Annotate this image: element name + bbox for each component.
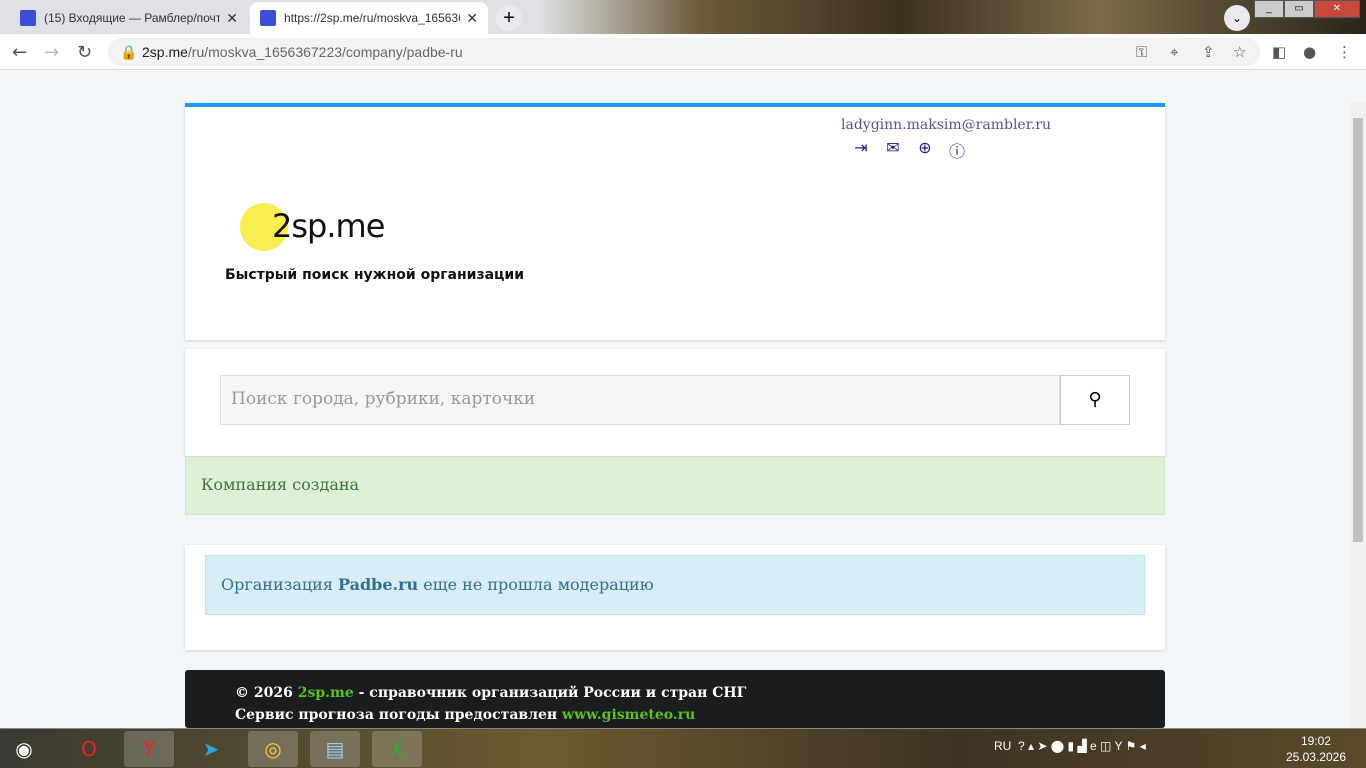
envelope-icon[interactable]: ✉ [883, 138, 903, 158]
location-icon[interactable]: ⌖ [1170, 43, 1178, 61]
minimize-button[interactable]: _ [1254, 0, 1284, 18]
close-window-button[interactable]: ✕ [1314, 0, 1360, 18]
page-content: ladyginn.maksim@rambler.ru ⇥ ✉ ⊕ ⓘ 2sp.m… [0, 70, 1350, 728]
language-indicator[interactable]: RU [994, 739, 1011, 753]
tagline: Быстрый поиск нужной организации [225, 267, 525, 283]
reload-icon[interactable]: ↻ [77, 42, 92, 63]
side-panel-icon[interactable]: ◧ [1272, 43, 1286, 61]
key-icon[interactable]: ⚿ [1136, 43, 1147, 61]
page-scrollbar[interactable] [1350, 102, 1366, 728]
search-input[interactable]: Поиск города, рубрики, карточки [220, 375, 1060, 425]
mail-icon [20, 10, 36, 26]
site-header: ladyginn.maksim@rambler.ru ⇥ ✉ ⊕ ⓘ 2sp.m… [185, 103, 1165, 340]
close-tab-icon[interactable]: ✕ [466, 10, 478, 27]
bookmark-star-icon[interactable]: ☆ [1233, 43, 1246, 61]
clock[interactable]: 19:02 25.03.2026 [1286, 733, 1346, 765]
search-icon: ⚲ [1088, 389, 1102, 410]
search-card: Поиск города, рубрики, карточки ⚲ [185, 349, 1165, 456]
plus-circle-icon[interactable]: ⊕ [915, 138, 935, 158]
tab-bar: (15) Входящие — Рамблер/почта ✕ https://2… [0, 0, 1366, 34]
tab-search-button[interactable]: ⌄ [1224, 5, 1250, 31]
telegram-icon[interactable]: ➤ [186, 731, 236, 767]
start-button[interactable]: ◉ [4, 731, 44, 767]
user-email[interactable]: ladyginn.maksim@rambler.ru [841, 117, 1051, 133]
search-button[interactable]: ⚲ [1060, 375, 1130, 425]
menu-icon[interactable]: ⋮ [1337, 43, 1352, 61]
share-icon[interactable]: ⇪ [1202, 43, 1215, 61]
opera-icon[interactable]: O [64, 731, 114, 767]
system-tray: RU ? ▴ ➤ ⬤ ▮ ▟ e ◫ Y ⚑ ◂ [994, 739, 1146, 753]
tab-2sp[interactable]: https://2sp.me/ru/moskva_1656367223/comp… [250, 2, 488, 34]
site-favicon-icon [260, 10, 276, 26]
success-alert: Компания создана [185, 456, 1165, 515]
lock-icon: 🔒 [120, 44, 138, 60]
moderation-card: Организация Padbe.ru еще не прошла модер… [185, 545, 1165, 650]
excel-icon[interactable]: X [372, 731, 422, 767]
yandex-browser-icon[interactable]: Y [124, 731, 174, 767]
new-tab-button[interactable]: + [496, 5, 522, 31]
footer-site-link[interactable]: 2sp.me [298, 685, 354, 701]
info-circle-icon[interactable]: ⓘ [947, 138, 967, 161]
logout-icon[interactable]: ⇥ [851, 138, 871, 158]
taskbar: ◉ O Y ➤ ◎ ▤ X RU ? ▴ ➤ ⬤ ▮ ▟ e ◫ Y ⚑ ◂ 1… [0, 728, 1366, 768]
site-footer: © 2026 2sp.me - справочник организаций Р… [185, 670, 1165, 728]
chrome-icon[interactable]: ◎ [248, 731, 298, 767]
browser-toolbar: ← → ↻ 🔒 2sp.me/ru/moskva_1656367223/compa… [0, 34, 1366, 70]
maximize-button[interactable]: ▭ [1284, 0, 1314, 18]
back-icon[interactable]: ← [12, 42, 27, 63]
notepad-icon[interactable]: ▤ [310, 731, 360, 767]
close-tab-icon[interactable]: ✕ [226, 10, 238, 27]
gismeteo-link[interactable]: www.gismeteo.ru [562, 707, 695, 723]
forward-icon[interactable]: → [44, 42, 59, 63]
profile-icon[interactable]: ● [1303, 43, 1316, 61]
address-bar[interactable]: 🔒 2sp.me/ru/moskva_1656367223/company/pad… [108, 38, 1260, 66]
moderation-alert: Организация Padbe.ru еще не прошла модер… [205, 555, 1145, 615]
tab-rambler-mail[interactable]: (15) Входящие — Рамблер/почта ✕ [10, 2, 248, 34]
